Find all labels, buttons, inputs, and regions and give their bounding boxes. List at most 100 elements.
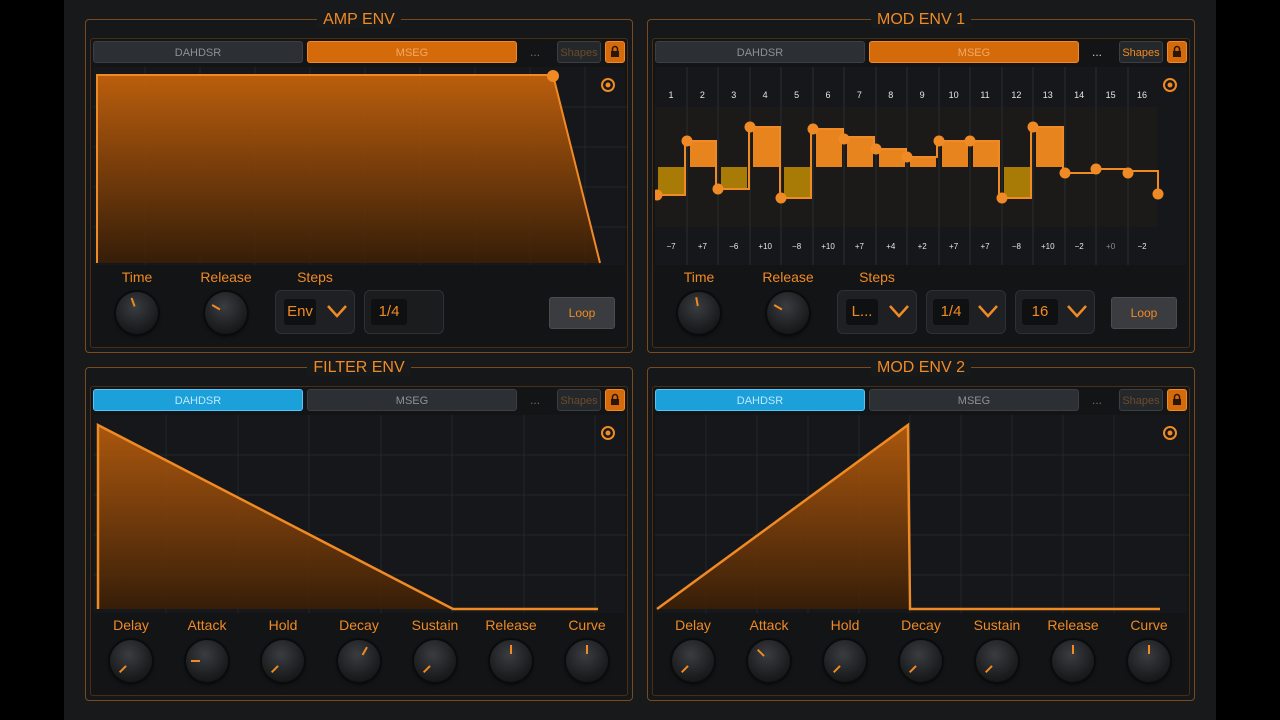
mod1-step-number: 10: [948, 90, 959, 100]
mod1-step-value: −2: [1137, 242, 1147, 251]
amp-steps-dropdown[interactable]: Env: [275, 290, 355, 334]
amp-lock-icon[interactable]: [605, 41, 625, 63]
filter-release-knob[interactable]: [490, 640, 532, 682]
filter-curve-label: Curve: [568, 617, 606, 633]
mod2-sustain-label: Sustain: [973, 617, 1021, 633]
mod2-decay-knob[interactable]: [900, 640, 942, 682]
filter-hold-knob[interactable]: [262, 640, 304, 682]
filter-sustain-knob[interactable]: [414, 640, 456, 682]
mod1-lock-icon[interactable]: [1167, 41, 1187, 63]
mod2-sustain-knob[interactable]: [976, 640, 1018, 682]
amp-time-knob[interactable]: [116, 292, 158, 334]
mod1-step-value: −2: [1074, 242, 1084, 251]
amp-shapes-button[interactable]: Shapes: [557, 41, 601, 63]
mod1-step-value: −8: [792, 242, 802, 251]
amp-env-title: AMP ENV: [317, 11, 401, 28]
mod1-count-dropdown[interactable]: 16: [1015, 290, 1095, 334]
amp-release-knob[interactable]: [205, 292, 247, 334]
mod1-step-value: +4: [886, 242, 896, 251]
amp-mseg-tab[interactable]: MSEG: [307, 41, 517, 63]
mod1-step-number: 1: [668, 90, 674, 100]
filter-decay-knob[interactable]: [338, 640, 380, 682]
filter-dahdsr-tab[interactable]: DAHDSR: [93, 389, 303, 411]
chevron-down-icon: [1067, 305, 1087, 318]
mod1-dahdsr-tab[interactable]: DAHDSR: [655, 41, 865, 63]
mod1-release-knob[interactable]: [767, 292, 809, 334]
mod1-step-number: 7: [856, 90, 862, 100]
mod1-step-value: +10: [758, 242, 772, 251]
amp-rate-dropdown[interactable]: 1/4: [364, 290, 444, 334]
filter-delay-label: Delay: [113, 617, 149, 633]
mod1-step-sequencer[interactable]: 1 2 3 4 5 6 7 8 9 10 11 12 13 14 15 16 −7 +7 −6 +10 −8 +10 +7 +…: [655, 67, 1187, 265]
amp-mseg-graph[interactable]: [93, 67, 627, 265]
mod1-step-number: 16: [1136, 90, 1147, 100]
filter-hold-label: Hold: [268, 617, 298, 633]
mod1-loop-button[interactable]: Loop: [1111, 297, 1177, 329]
filter-more-menu[interactable]: ...: [530, 389, 540, 411]
mod1-step-number: 5: [794, 90, 800, 100]
mod2-more-menu[interactable]: ...: [1092, 389, 1102, 411]
chevron-down-icon: [889, 305, 909, 318]
mod1-mseg-tab[interactable]: MSEG: [869, 41, 1079, 63]
mod1-step-value: −8: [1011, 242, 1021, 251]
mod1-step-value: +10: [821, 242, 835, 251]
filter-env-title: FILTER ENV: [307, 359, 411, 376]
mod1-step-value: +7: [949, 242, 959, 251]
mod1-time-knob[interactable]: [678, 292, 720, 334]
mod1-step-number: 8: [888, 90, 894, 100]
filter-sustain-label: Sustain: [411, 617, 459, 633]
mod2-hold-knob[interactable]: [824, 640, 866, 682]
mod1-step-number: 3: [731, 90, 737, 100]
mod2-release-knob[interactable]: [1052, 640, 1094, 682]
amp-dahdsr-tab[interactable]: DAHDSR: [93, 41, 303, 63]
mod1-step-value: +7: [854, 242, 864, 251]
mod-env-2-title: MOD ENV 2: [870, 359, 971, 376]
amp-loop-button[interactable]: Loop: [549, 297, 615, 329]
mod2-shapes-button[interactable]: Shapes: [1119, 389, 1163, 411]
mod2-hold-label: Hold: [830, 617, 860, 633]
mod1-step-value: −7: [666, 242, 676, 251]
mod1-step-number: 9: [919, 90, 925, 100]
mod2-attack-label: Attack: [749, 617, 789, 633]
mod-env-2-panel: MOD ENV 2 DAHDSR MSEG ... Shapes Delay A…: [647, 359, 1195, 701]
mod2-release-label: Release: [1047, 617, 1099, 633]
mod1-step-value: +2: [917, 242, 927, 251]
mod1-step-value: +7: [980, 242, 990, 251]
mod1-step-number: 4: [762, 90, 768, 100]
filter-mseg-tab[interactable]: MSEG: [307, 389, 517, 411]
mod1-step-value: +0: [1106, 242, 1116, 251]
mod2-attack-knob[interactable]: [748, 640, 790, 682]
mod1-step-value: +10: [1041, 242, 1055, 251]
mod2-mseg-tab[interactable]: MSEG: [869, 389, 1079, 411]
mod1-shapes-button[interactable]: Shapes: [1119, 41, 1163, 63]
mod1-step-value: +7: [697, 242, 707, 251]
filter-envelope-graph[interactable]: [93, 415, 627, 613]
mod1-release-label: Release: [762, 269, 814, 285]
mod2-curve-label: Curve: [1130, 617, 1168, 633]
filter-attack-label: Attack: [187, 617, 227, 633]
filter-lock-icon[interactable]: [605, 389, 625, 411]
mod1-step-number: 11: [980, 90, 990, 100]
amp-time-label: Time: [121, 269, 153, 285]
mod2-decay-label: Decay: [901, 617, 941, 633]
mod2-lock-icon[interactable]: [1167, 389, 1187, 411]
mod2-dahdsr-tab[interactable]: DAHDSR: [655, 389, 865, 411]
mod2-curve-knob[interactable]: [1128, 640, 1170, 682]
filter-curve-knob[interactable]: [566, 640, 608, 682]
filter-attack-knob[interactable]: [186, 640, 228, 682]
filter-delay-knob[interactable]: [110, 640, 152, 682]
mod1-more-menu[interactable]: ...: [1092, 41, 1102, 63]
amp-env-panel: AMP ENV DAHDSR MSEG ... Shapes Time Rele…: [85, 11, 633, 353]
mod1-time-label: Time: [683, 269, 715, 285]
mod1-rate-dropdown[interactable]: 1/4: [926, 290, 1006, 334]
mod2-envelope-graph[interactable]: [655, 415, 1189, 613]
mod1-step-number: 15: [1105, 90, 1116, 100]
amp-more-menu[interactable]: ...: [530, 41, 540, 63]
chevron-down-icon: [978, 305, 998, 318]
filter-release-label: Release: [485, 617, 537, 633]
filter-shapes-button[interactable]: Shapes: [557, 389, 601, 411]
mod2-delay-knob[interactable]: [672, 640, 714, 682]
mod1-steps-dropdown[interactable]: L...: [837, 290, 917, 334]
filter-decay-label: Decay: [339, 617, 379, 633]
mod1-steps-label: Steps: [859, 269, 895, 285]
